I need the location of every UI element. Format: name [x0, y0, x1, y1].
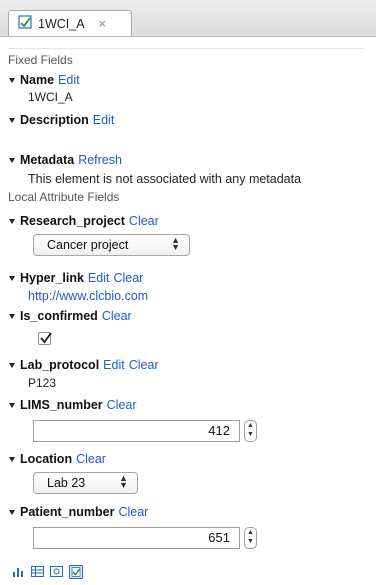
field-lims-number: LIMS_number Clear — [9, 398, 137, 412]
field-hyper-link: Hyper_link Edit Clear — [9, 271, 143, 285]
element-info-icon[interactable] — [69, 565, 83, 579]
tab-1wci-a[interactable]: 1WCI_A × — [8, 10, 132, 36]
field-label-hyper-link: Hyper_link — [20, 271, 84, 285]
expand-triangle-icon[interactable] — [9, 158, 15, 163]
field-label-name: Name — [20, 73, 55, 87]
field-is-confirmed: Is_confirmed Clear — [9, 309, 132, 323]
location-selected: Lab 23 — [47, 476, 86, 490]
research-project-select[interactable]: Cancer project ▲ ▼ — [33, 234, 190, 256]
lims-number-stepper[interactable]: ▲ ▼ — [244, 420, 257, 442]
field-location: Location Clear — [9, 452, 106, 466]
field-lab-protocol: Lab_protocol Edit Clear — [9, 358, 159, 372]
hyper-link-value[interactable]: http://www.clcbio.com — [28, 289, 148, 303]
is-confirmed-checkbox[interactable] — [38, 332, 52, 345]
research-project-selected: Cancer project — [47, 238, 129, 252]
expand-triangle-icon[interactable] — [9, 314, 15, 319]
expand-triangle-icon[interactable] — [9, 363, 15, 368]
field-label-patient-number: Patient_number — [20, 505, 115, 519]
clear-location-link[interactable]: Clear — [76, 452, 106, 466]
edit-name-link[interactable]: Edit — [58, 73, 80, 87]
field-research-project: Research_project Clear — [9, 214, 159, 228]
tab-bar: 1WCI_A × — [0, 0, 376, 37]
lab-protocol-value: P123 — [28, 376, 57, 390]
field-label-metadata: Metadata — [20, 153, 75, 167]
sequence-doc-icon — [18, 15, 32, 32]
table-icon[interactable] — [31, 565, 44, 578]
close-icon[interactable]: × — [99, 16, 107, 31]
field-name: Name Edit — [9, 73, 80, 87]
chevron-updown-icon: ▲ ▼ — [171, 235, 180, 252]
refresh-metadata-link[interactable]: Refresh — [78, 153, 122, 167]
lims-number-input[interactable]: 412 — [33, 420, 240, 442]
field-label-description: Description — [20, 113, 89, 127]
expand-triangle-icon[interactable] — [9, 118, 15, 123]
field-label-lab-protocol: Lab_protocol — [20, 358, 100, 372]
graphic-view-icon[interactable] — [50, 565, 63, 578]
divider — [8, 48, 363, 49]
chevron-updown-icon: ▲ ▼ — [119, 473, 128, 490]
clear-is-confirmed-link[interactable]: Clear — [102, 309, 132, 323]
field-description: Description Edit — [9, 113, 114, 127]
metadata-message: This element is not associated with any … — [28, 172, 302, 186]
tab-title: 1WCI_A — [38, 16, 85, 31]
patient-number-input[interactable]: 651 — [33, 527, 240, 549]
patient-number-stepper[interactable]: ▲ ▼ — [244, 527, 257, 549]
expand-triangle-icon[interactable] — [9, 219, 15, 224]
field-label-location: Location — [20, 452, 73, 466]
field-label-lims-number: LIMS_number — [20, 398, 103, 412]
field-patient-number: Patient_number Clear — [9, 505, 148, 519]
clear-patient-number-link[interactable]: Clear — [118, 505, 148, 519]
expand-triangle-icon[interactable] — [9, 457, 15, 462]
field-metadata: Metadata Refresh — [9, 153, 122, 167]
expand-triangle-icon[interactable] — [9, 510, 15, 515]
clear-hyper-link-link[interactable]: Clear — [113, 271, 143, 285]
field-label-research-project: Research_project — [20, 214, 125, 228]
expand-triangle-icon[interactable] — [9, 276, 15, 281]
edit-hyper-link-link[interactable]: Edit — [88, 271, 110, 285]
clear-lims-number-link[interactable]: Clear — [107, 398, 137, 412]
location-select[interactable]: Lab 23 ▲ ▼ — [33, 472, 138, 494]
expand-triangle-icon[interactable] — [9, 403, 15, 408]
bar-chart-icon[interactable] — [12, 565, 25, 578]
edit-description-link[interactable]: Edit — [93, 113, 115, 127]
view-switcher — [12, 565, 83, 579]
clear-research-project-link[interactable]: Clear — [129, 214, 159, 228]
clear-lab-protocol-link[interactable]: Clear — [129, 358, 159, 372]
checkmark-icon — [40, 332, 52, 344]
fixed-fields-heading: Fixed Fields — [8, 53, 73, 67]
expand-triangle-icon[interactable] — [9, 78, 15, 83]
edit-lab-protocol-link[interactable]: Edit — [103, 358, 125, 372]
field-label-is-confirmed: Is_confirmed — [20, 309, 98, 323]
name-value: 1WCI_A — [28, 90, 73, 104]
local-attribute-fields-heading: Local Attribute Fields — [8, 190, 120, 204]
